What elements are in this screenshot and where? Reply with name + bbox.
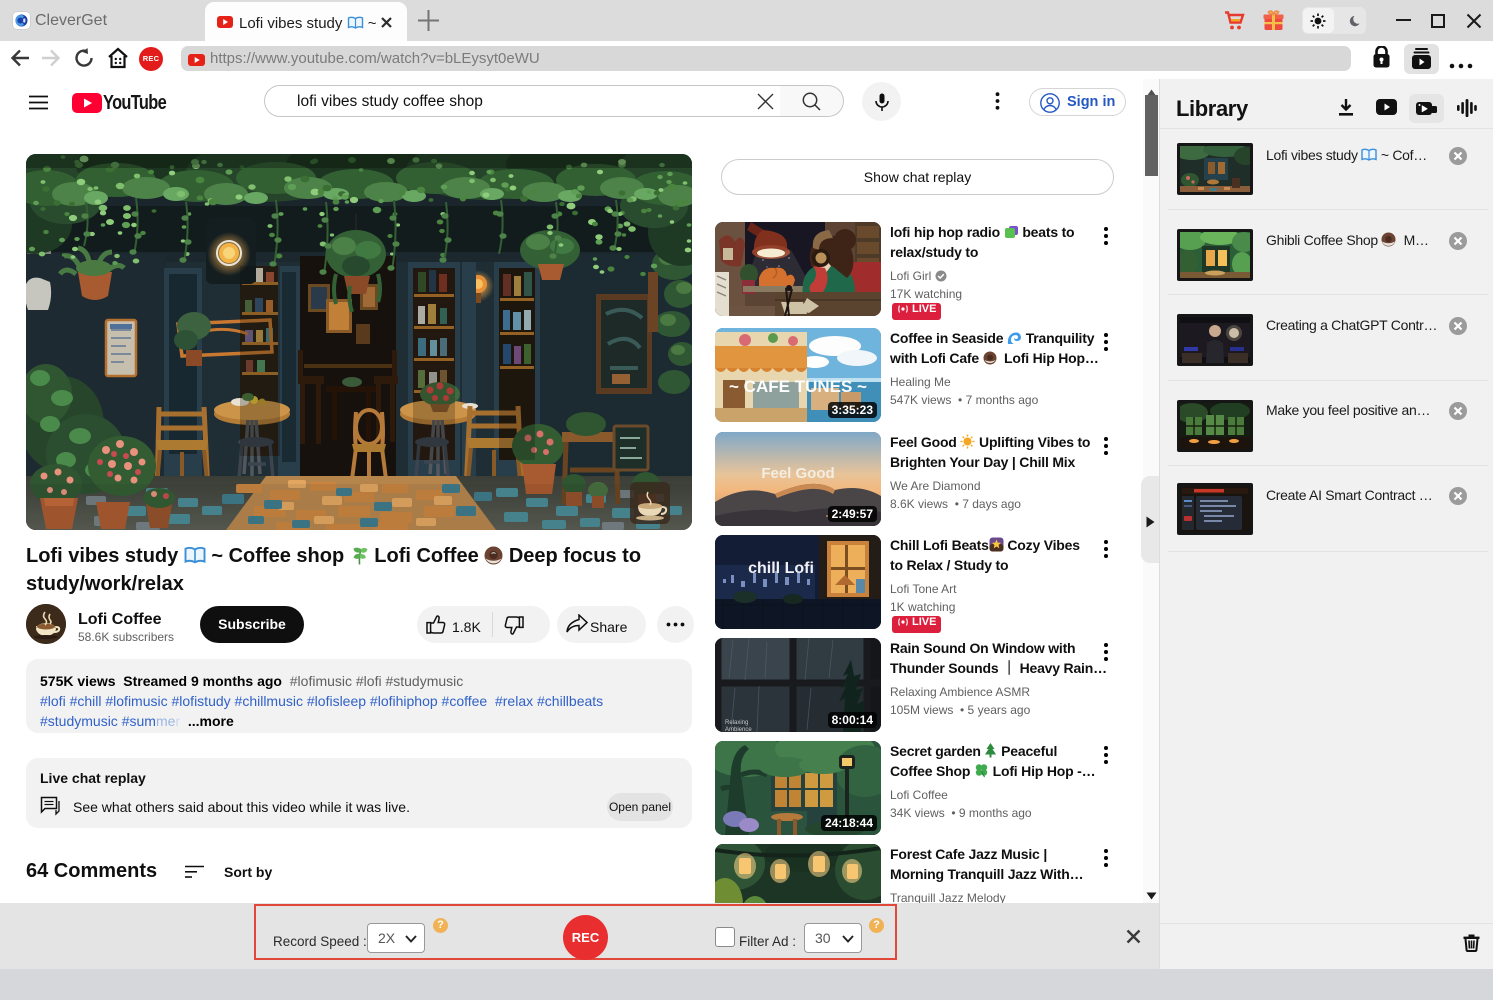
- svg-text:chill Lofi: chill Lofi: [748, 560, 814, 577]
- svg-text:Feel Good: Feel Good: [761, 465, 834, 482]
- svg-text:~ CAFE TUNES ~: ~ CAFE TUNES ~: [729, 377, 867, 396]
